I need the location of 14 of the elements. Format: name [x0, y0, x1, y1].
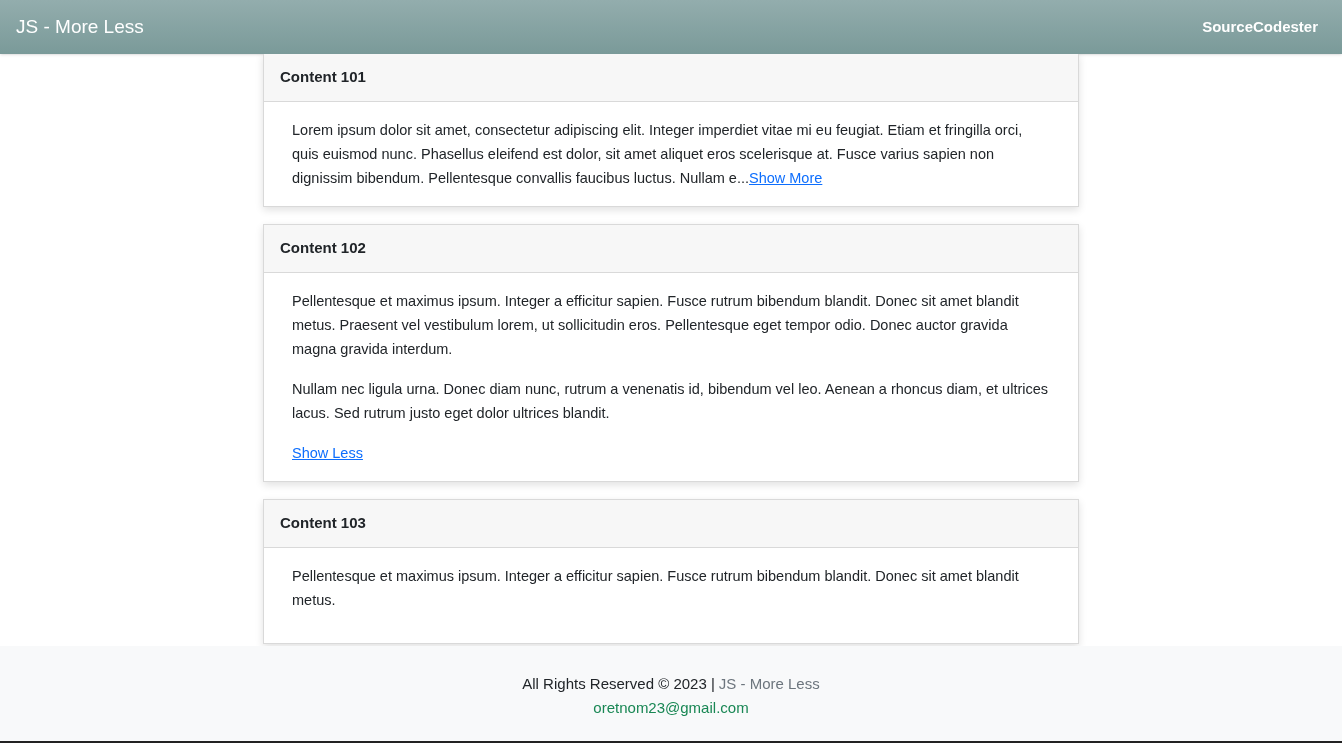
page-title: JS - More Less [16, 14, 144, 39]
card-title: Content 102 [280, 238, 366, 259]
toggle-link[interactable]: Show More [749, 170, 823, 186]
footer-link[interactable]: JS - More Less [718, 672, 820, 696]
brand-link[interactable]: SourceCodester [1202, 15, 1318, 39]
paragraph: Lorem ipsum dolor sit amet, consectetur adipiscing elit. Integer imperdiet vitae mi eu feugiat. Etiam et fringilla orci, quis euismod nunc. Phasellus eleifend est dolor, sit amet aliquet eros scelerisque at. Fusce varius sapien non dignissim bibendum. Pellentesque convallis faucibus luctus. Nullam e...Show More [292, 121, 1024, 188]
card-title: Content 103 [280, 513, 366, 534]
toggle-link[interactable]: Show Less [292, 441, 363, 465]
paragraph: Nullam nec ligula urna. Donec diam nunc, rutrum a venenatis id, bibendum vel leo. Aenean a rhoncus diam, et ultrices lacus. Sed rutrum justo eget dolor ultrices blandit. [292, 380, 1050, 423]
email-link[interactable]: oretnom23@gmail.com [593, 696, 749, 720]
copyright-text: All Rights Reserved © 2023 | [522, 674, 715, 694]
card-title: Content 101 [280, 67, 366, 88]
paragraph: Pellentesque et maximus ipsum. Integer a efficitur sapien. Fusce rutrum bibendum blandit. Donec sit amet blandit metus. Praesent vel vestibulum lorem, ut sollicitudin eros. Pellentesque eget tempor odio. Donec auctor gravida magna gravida interdum. [292, 292, 1020, 359]
paragraph: Pellentesque et maximus ipsum. Integer a efficitur sapien. Fusce rutrum bibendum blandit. Donec sit amet blandit metus. [292, 567, 1020, 610]
